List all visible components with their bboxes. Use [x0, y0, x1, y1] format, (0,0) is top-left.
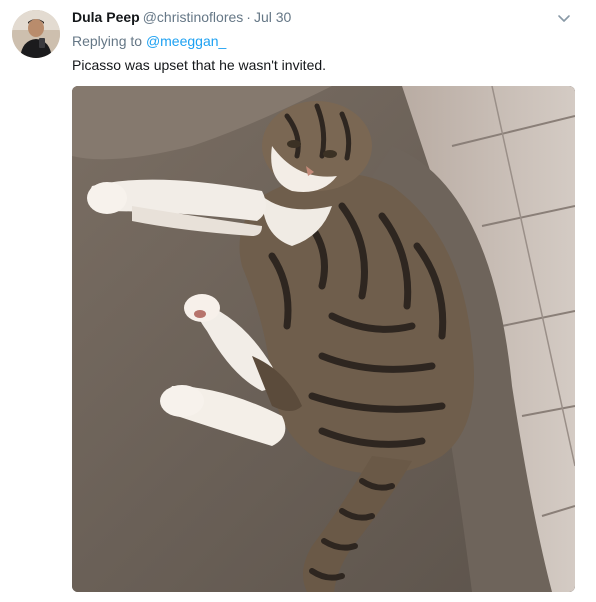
cat-photo [72, 86, 575, 592]
avatar-photo-icon [12, 10, 60, 58]
separator-dot: · [246, 9, 251, 25]
tweet-header: Dula Peep @christinoflores · Jul 30 [72, 8, 291, 26]
tweet-timestamp[interactable]: Jul 30 [254, 9, 291, 25]
tweet: Dula Peep @christinoflores · Jul 30 Replyin… [0, 0, 596, 602]
chevron-down-icon[interactable] [556, 10, 572, 26]
author-handle[interactable]: @christinoflores [143, 9, 244, 25]
author-display-name[interactable]: Dula Peep [72, 9, 140, 25]
reply-mention-link[interactable]: @meeggan_ [146, 33, 226, 49]
avatar[interactable] [12, 10, 60, 58]
replying-to: Replying to @meeggan_ [72, 32, 226, 50]
tweet-photo[interactable] [72, 86, 575, 592]
tweet-text: Picasso was upset that he wasn't invited… [72, 57, 327, 73]
replying-to-label: Replying to [72, 33, 143, 49]
